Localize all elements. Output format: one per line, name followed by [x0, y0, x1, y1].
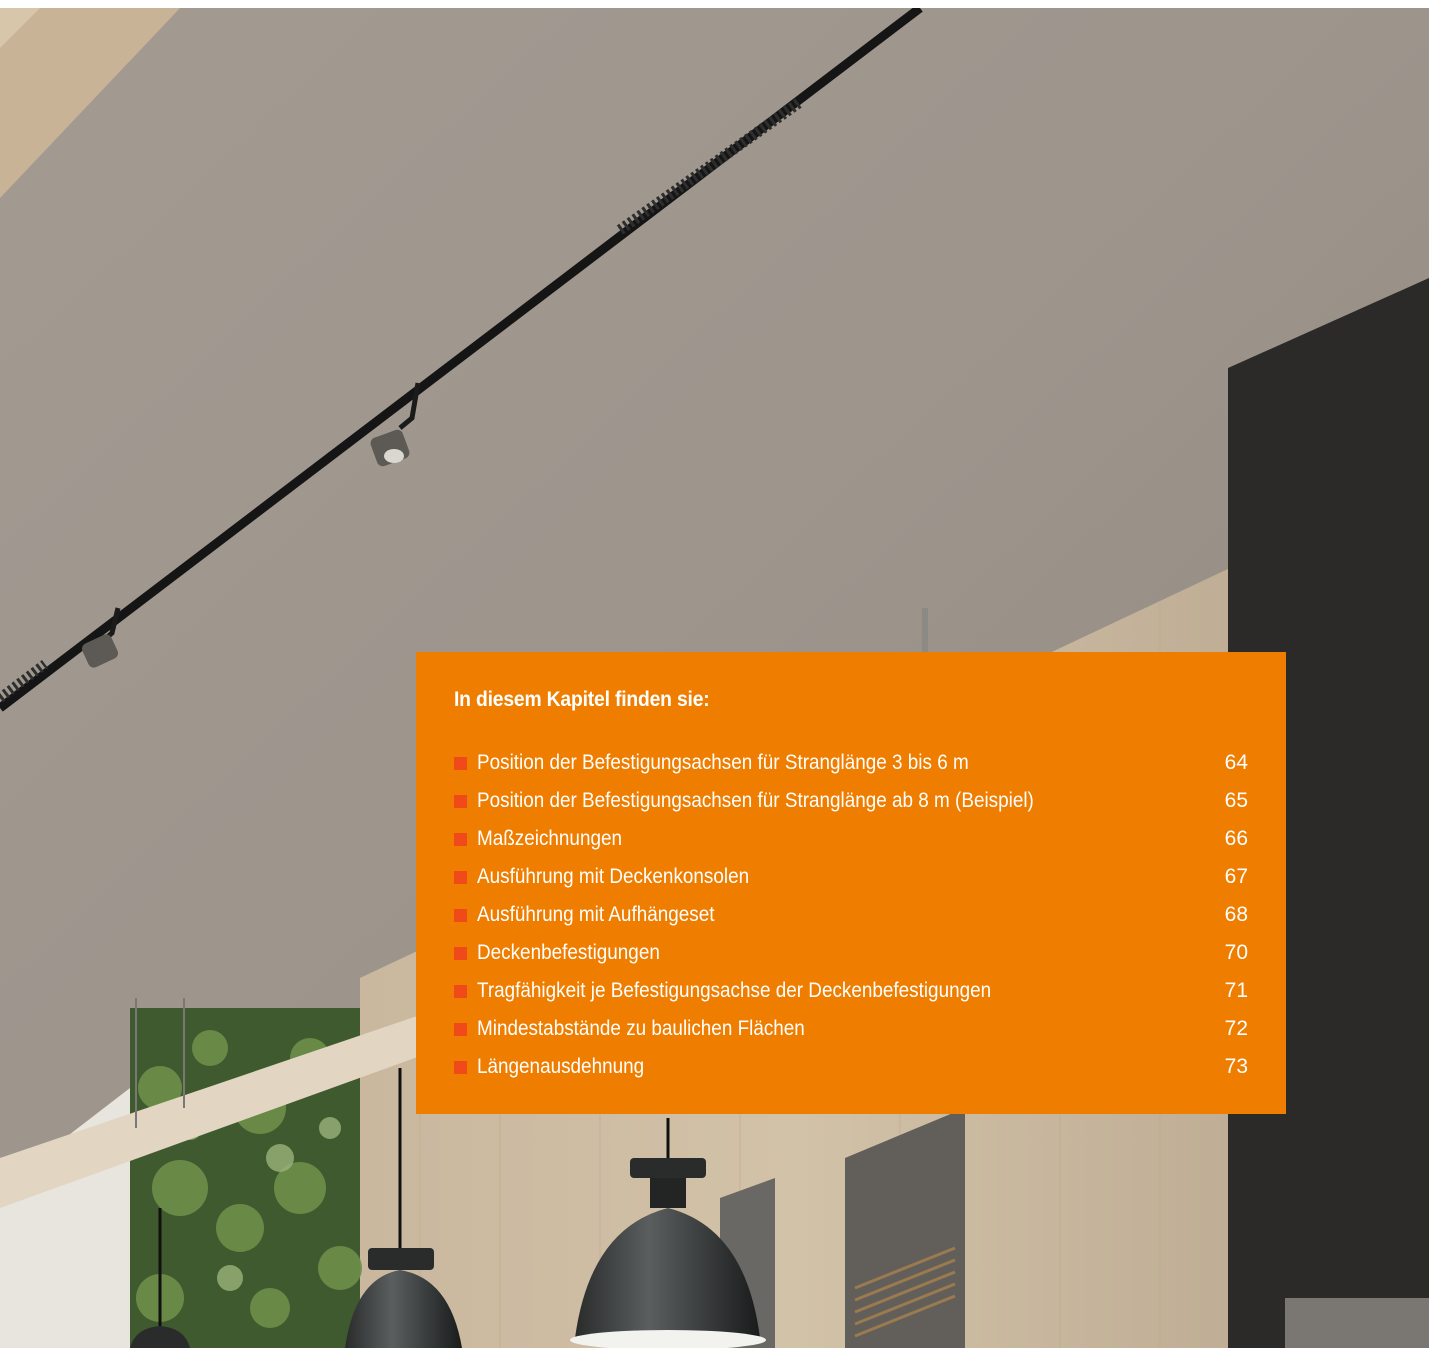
toc-title: In diesem Kapitel finden sie: — [454, 688, 710, 711]
square-bullet-icon — [454, 870, 467, 884]
toc-item-page: 71 — [1224, 979, 1248, 1002]
toc-item-label: Längenausdehnung — [477, 1055, 645, 1078]
toc-list: Position der Befestigungsachsen für Stra… — [454, 744, 1248, 1086]
toc-item-label: Position der Befestigungsachsen für Stra… — [477, 751, 969, 774]
square-bullet-icon — [454, 1022, 467, 1036]
toc-item-page: 66 — [1224, 827, 1248, 850]
square-bullet-icon — [454, 756, 467, 770]
toc-item-label: Mindestabstände zu baulichen Flächen — [477, 1017, 805, 1040]
toc-item-page: 70 — [1224, 941, 1248, 964]
square-bullet-icon — [454, 984, 467, 998]
toc-item-page: 72 — [1224, 1017, 1248, 1040]
toc-item[interactable]: Position der Befestigungsachsen für Stra… — [454, 782, 1248, 820]
toc-item[interactable]: Deckenbefestigungen 70 — [454, 934, 1248, 972]
toc-item-label: Tragfähigkeit je Befestigungsachse der D… — [477, 979, 992, 1002]
toc-item[interactable]: Längenausdehnung 73 — [454, 1048, 1248, 1086]
toc-item[interactable]: Position der Befestigungsachsen für Stra… — [454, 744, 1248, 782]
toc-item-label: Deckenbefestigungen — [477, 941, 660, 964]
toc-item[interactable]: Mindestabstände zu baulichen Flächen 72 — [454, 1010, 1248, 1048]
toc-item[interactable]: Ausführung mit Deckenkonsolen 67 — [454, 858, 1248, 896]
square-bullet-icon — [454, 1060, 467, 1074]
toc-item[interactable]: Tragfähigkeit je Befestigungsachse der D… — [454, 972, 1248, 1010]
square-bullet-icon — [454, 908, 467, 922]
square-bullet-icon — [454, 832, 467, 846]
toc-item-page: 65 — [1224, 789, 1248, 812]
toc-item-page: 64 — [1224, 751, 1248, 774]
chapter-toc-box: In diesem Kapitel finden sie: Position d… — [416, 652, 1286, 1114]
toc-item-label: Maßzeichnungen — [477, 827, 622, 850]
square-bullet-icon — [454, 946, 467, 960]
toc-item-label: Position der Befestigungsachsen für Stra… — [477, 789, 1034, 812]
toc-item[interactable]: Maßzeichnungen 66 — [454, 820, 1248, 858]
toc-item-page: 68 — [1224, 903, 1248, 926]
square-bullet-icon — [454, 794, 467, 808]
toc-item[interactable]: Ausführung mit Aufhängeset 68 — [454, 896, 1248, 934]
toc-item-label: Ausführung mit Deckenkonsolen — [477, 865, 750, 888]
toc-item-label: Ausführung mit Aufhängeset — [477, 903, 715, 926]
toc-item-page: 73 — [1224, 1055, 1248, 1078]
toc-item-page: 67 — [1224, 865, 1248, 888]
